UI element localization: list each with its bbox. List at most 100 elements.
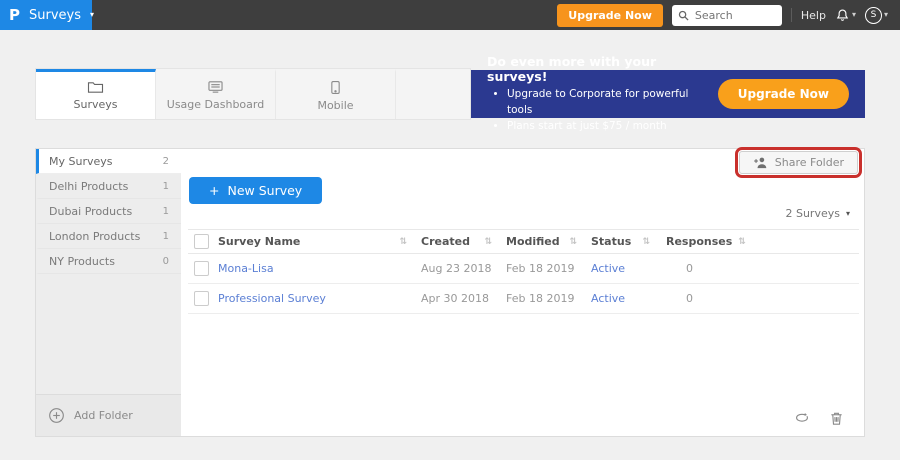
mobile-phone-icon bbox=[330, 80, 341, 95]
modified-value: Feb 18 2019 bbox=[506, 262, 575, 275]
add-folder-button[interactable]: Add Folder bbox=[36, 394, 181, 436]
share-user-icon bbox=[753, 156, 768, 169]
header-status: Status ⇅ bbox=[583, 235, 658, 248]
sidebar-filler bbox=[36, 274, 181, 394]
cell-modified: Feb 18 2019 bbox=[498, 292, 583, 305]
sort-icon[interactable]: ⇅ bbox=[484, 237, 492, 247]
table-header-row: Survey Name ⇅ Created ⇅ Modified ⇅ Statu… bbox=[188, 229, 859, 254]
upgrade-now-button[interactable]: Upgrade Now bbox=[557, 3, 663, 27]
folder-label: Dubai Products bbox=[49, 204, 133, 218]
search-box[interactable] bbox=[671, 4, 782, 26]
folder-count: 1 bbox=[162, 180, 169, 192]
folder-count: 0 bbox=[162, 255, 169, 267]
banner-upgrade-button[interactable]: Upgrade Now bbox=[717, 79, 849, 109]
status-badge[interactable]: Active bbox=[591, 292, 625, 305]
row-checkbox-cell bbox=[188, 291, 218, 306]
product-name: Surveys bbox=[29, 7, 81, 23]
folder-label: Delhi Products bbox=[49, 179, 129, 193]
responses-value: 0 bbox=[686, 292, 693, 305]
plus-icon: + bbox=[209, 183, 220, 198]
brand-logo: P bbox=[9, 5, 20, 24]
cell-responses: 0 bbox=[658, 262, 748, 275]
banner-bullet: Upgrade to Corporate for powerful tools bbox=[507, 86, 708, 119]
add-folder-label: Add Folder bbox=[74, 409, 133, 422]
sidebar-item-delhi-products[interactable]: Delhi Products 1 bbox=[36, 174, 181, 199]
banner-title: Do even more with your surveys! bbox=[487, 53, 657, 84]
sort-icon[interactable]: ⇅ bbox=[399, 237, 407, 247]
surveys-count-dropdown[interactable]: 2 Surveys ▾ bbox=[785, 207, 850, 220]
folder-count: 2 bbox=[162, 155, 169, 167]
folder-icon bbox=[87, 80, 104, 94]
survey-link[interactable]: Mona-Lisa bbox=[218, 262, 274, 275]
bulk-action-icons bbox=[794, 411, 844, 426]
banner-text: Do even more with your surveys! Upgrade … bbox=[487, 54, 708, 135]
banner-bullet: Plans start at just $75 / month bbox=[507, 118, 708, 134]
header-modified: Modified ⇅ bbox=[498, 235, 583, 248]
sidebar-item-ny-products[interactable]: NY Products 0 bbox=[36, 249, 181, 274]
sidebar-item-london-products[interactable]: London Products 1 bbox=[36, 224, 181, 249]
surveys-table: Survey Name ⇅ Created ⇅ Modified ⇅ Statu… bbox=[188, 229, 859, 314]
plus-circle-icon bbox=[48, 407, 65, 424]
notifications-button[interactable]: ▾ bbox=[835, 8, 856, 23]
survey-list-area: Share Folder + New Survey 2 Surveys ▾ Su… bbox=[181, 147, 864, 436]
tab-strip: Surveys Usage Dashboard Mobile bbox=[35, 68, 471, 120]
cell-created: Apr 30 2018 bbox=[413, 292, 498, 305]
sort-icon[interactable]: ⇅ bbox=[642, 237, 650, 247]
folder-count: 1 bbox=[162, 205, 169, 217]
status-badge[interactable]: Active bbox=[591, 262, 625, 275]
topbar-actions: Upgrade Now Help ▾ S ▾ bbox=[557, 3, 900, 27]
move-loop-icon[interactable] bbox=[794, 411, 810, 426]
cell-modified: Feb 18 2019 bbox=[498, 262, 583, 275]
tab-mobile[interactable]: Mobile bbox=[276, 69, 396, 119]
sidebar-item-dubai-products[interactable]: Dubai Products 1 bbox=[36, 199, 181, 224]
tab-label: Surveys bbox=[73, 98, 118, 111]
folder-sidebar: My Surveys 2 Delhi Products 1 Dubai Prod… bbox=[36, 149, 181, 436]
surveys-count-label: 2 Surveys bbox=[785, 207, 840, 220]
table-row: Professional Survey Apr 30 2018 Feb 18 2… bbox=[188, 284, 859, 314]
survey-link[interactable]: Professional Survey bbox=[218, 292, 326, 305]
topbar-divider bbox=[790, 8, 792, 22]
new-survey-label: New Survey bbox=[227, 183, 303, 198]
column-label: Survey Name bbox=[218, 235, 301, 248]
product-switcher[interactable]: P Surveys ▾ bbox=[0, 0, 95, 30]
search-input[interactable] bbox=[692, 7, 776, 23]
tab-strip-filler bbox=[396, 69, 470, 119]
header-responses: Responses ⇅ bbox=[658, 235, 748, 248]
tab-surveys[interactable]: Surveys bbox=[36, 69, 156, 119]
responses-value: 0 bbox=[686, 262, 693, 275]
chevron-down-icon: ▾ bbox=[883, 10, 888, 19]
folder-label: London Products bbox=[49, 229, 141, 243]
created-value: Apr 30 2018 bbox=[421, 292, 490, 305]
tab-usage-dashboard[interactable]: Usage Dashboard bbox=[156, 69, 276, 119]
cell-status: Active bbox=[583, 292, 658, 305]
cell-survey-name: Mona-Lisa bbox=[218, 262, 413, 275]
sidebar-item-my-surveys[interactable]: My Surveys 2 bbox=[36, 149, 181, 174]
cell-created: Aug 23 2018 bbox=[413, 262, 498, 275]
chevron-down-icon: ▾ bbox=[90, 10, 95, 19]
chevron-down-icon: ▾ bbox=[851, 10, 856, 19]
tab-and-banner-row: Surveys Usage Dashboard Mobile Do even m… bbox=[35, 54, 865, 132]
share-folder-label: Share Folder bbox=[774, 156, 844, 169]
select-all-checkbox[interactable] bbox=[194, 234, 209, 249]
share-folder-button[interactable]: Share Folder bbox=[738, 151, 858, 174]
help-link[interactable]: Help bbox=[801, 9, 826, 22]
row-checkbox[interactable] bbox=[194, 291, 209, 306]
upgrade-banner: Do even more with your surveys! Upgrade … bbox=[471, 54, 865, 132]
new-survey-button[interactable]: + New Survey bbox=[189, 177, 323, 204]
trash-icon[interactable] bbox=[829, 411, 844, 426]
column-label: Created bbox=[421, 235, 470, 248]
header-survey-name: Survey Name ⇅ bbox=[218, 235, 413, 248]
tab-label: Usage Dashboard bbox=[166, 98, 265, 111]
chevron-down-icon: ▾ bbox=[845, 208, 850, 218]
row-checkbox[interactable] bbox=[194, 261, 209, 276]
sort-icon[interactable]: ⇅ bbox=[569, 237, 577, 247]
tab-label: Mobile bbox=[317, 98, 354, 112]
column-label: Modified bbox=[506, 235, 560, 248]
account-menu[interactable]: S ▾ bbox=[864, 6, 888, 24]
bell-icon bbox=[835, 8, 850, 23]
header-checkbox-cell bbox=[188, 234, 218, 249]
folder-label: NY Products bbox=[49, 254, 115, 268]
column-label: Responses bbox=[666, 235, 733, 248]
dashboard-icon bbox=[207, 80, 224, 94]
sort-icon[interactable]: ⇅ bbox=[738, 237, 746, 247]
